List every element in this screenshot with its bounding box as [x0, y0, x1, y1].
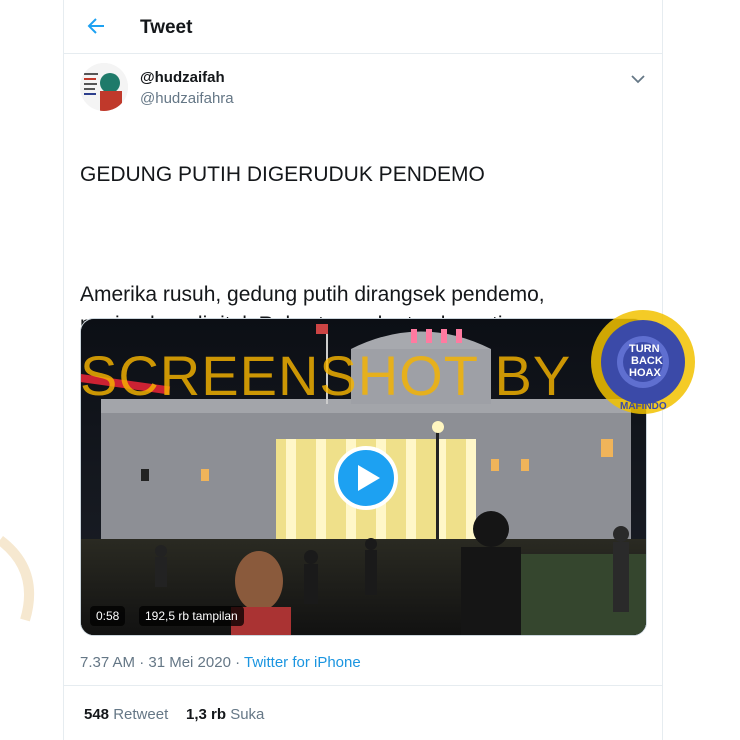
retweets-stat[interactable]: 548 Retweet — [84, 706, 168, 723]
tweet-headline: GEDUNG PUTIH DIGERUDUK PENDEMO — [80, 163, 485, 186]
tweet-stats: 548 Retweet 1,3 rb Suka — [64, 685, 662, 740]
play-button[interactable] — [334, 446, 398, 510]
watermark-text: SCREENSHOT BY — [80, 344, 572, 407]
video-views: 192,5 rb tampilan — [139, 606, 244, 626]
retweets-label: Retweet — [113, 706, 169, 723]
background-ghost-shape — [0, 520, 40, 640]
seal-bottom-text: MAFINDO — [620, 401, 667, 412]
back-arrow-icon[interactable] — [84, 14, 108, 38]
avatar[interactable] — [80, 63, 128, 111]
likes-count: 1,3 rb — [186, 706, 227, 723]
tweet-author: @hudzaifah @hudzaifahra — [80, 63, 648, 113]
seal-logo-line2: BACK — [631, 355, 663, 367]
tweet-timestamp[interactable]: 7.37 AM · 31 Mei 2020 · — [80, 654, 244, 671]
seal-logo-line3: HOAX — [629, 367, 661, 379]
video-duration: 0:58 — [90, 606, 126, 626]
chevron-down-icon[interactable] — [628, 69, 648, 89]
play-icon — [358, 465, 380, 491]
retweets-count: 548 — [84, 706, 110, 723]
seal-logo-line1: TURN — [629, 343, 660, 355]
tweet-meta: 7.37 AM · 31 Mei 2020 · Twitter for iPho… — [80, 654, 361, 671]
page-title: Tweet — [140, 17, 193, 38]
author-name[interactable]: @hudzaifah — [140, 69, 225, 86]
mafindo-seal-logo: TURN BACK HOAX MAFINDO — [588, 307, 698, 417]
header: Tweet — [64, 0, 662, 54]
tweet-source-link[interactable]: Twitter for iPhone — [244, 654, 361, 671]
likes-label: Suka — [230, 706, 265, 723]
author-handle[interactable]: @hudzaifahra — [140, 90, 234, 107]
likes-stat[interactable]: 1,3 rb Suka — [186, 706, 264, 723]
